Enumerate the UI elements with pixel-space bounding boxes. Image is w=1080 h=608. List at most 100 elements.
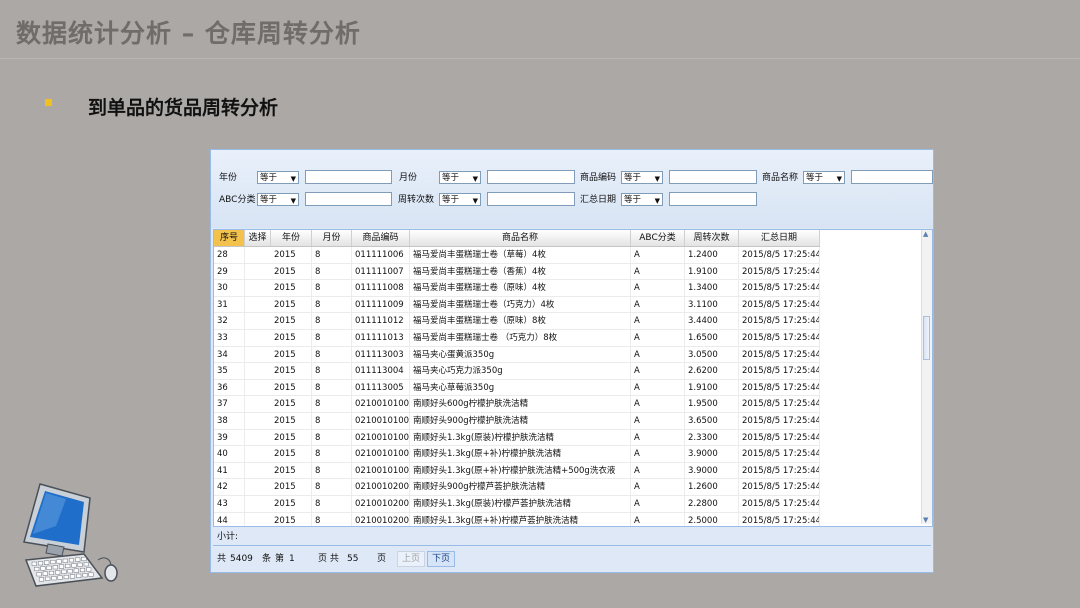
row-code-cell: 02100102003: [352, 512, 410, 526]
row-turnover-cell: 1.2400: [685, 247, 739, 263]
table-row[interactable]: 29 2015 8 011111007 福马爱尚丰蛋糕瑞士卷（香蕉）4枚 A 1.9100 2…: [214, 263, 820, 281]
row-turnover-cell: 3.9000: [685, 462, 739, 479]
code-filter-input[interactable]: [669, 170, 757, 184]
row-code-cell: 011113004: [352, 363, 410, 380]
name-filter-label: 商品名称: [762, 173, 799, 183]
abc-filter-input[interactable]: [305, 192, 392, 206]
column-header-code[interactable]: 商品编码: [352, 230, 410, 246]
row-turnover-cell: 1.9500: [685, 396, 739, 413]
row-name-cell: 福马爱尚丰蛋糕瑞士卷（原味）8枚: [410, 313, 631, 330]
row-index-cell: 36: [214, 379, 245, 396]
row-year-cell: 2015: [271, 479, 312, 496]
keyboard-key: [67, 569, 73, 574]
keyboard-key: [38, 577, 45, 582]
row-index-cell: 42: [214, 479, 245, 496]
year-operator-select[interactable]: 等于 ▼: [257, 171, 299, 184]
abc-operator-select[interactable]: 等于 ▼: [257, 193, 299, 206]
name-operator-select[interactable]: 等于 ▼: [803, 171, 845, 184]
column-header-month[interactable]: 月份: [312, 230, 352, 246]
table-row[interactable]: 33 2015 8 011111013 福马爱尚丰蛋糕瑞士卷 （巧克力）8枚 A 1.650…: [214, 330, 820, 347]
scroll-up-icon[interactable]: ▲: [923, 230, 928, 238]
vertical-scrollbar[interactable]: ▲ ▼: [921, 230, 932, 524]
row-code-cell: 011111012: [352, 313, 410, 330]
row-month-cell: 8: [312, 330, 352, 346]
column-header-index[interactable]: 序号: [214, 230, 245, 246]
column-header-date[interactable]: 汇总日期: [739, 230, 820, 246]
row-turnover-cell: 3.1100: [685, 296, 739, 313]
column-header-turnover[interactable]: 周转次数: [685, 230, 739, 246]
date-operator-select[interactable]: 等于 ▼: [621, 193, 663, 206]
next-page-button[interactable]: 下页: [427, 551, 456, 567]
table-row[interactable]: 42 2015 8 02100102001 南顺好头900g柠檬芦荟护肤洗洁精 A 1.26…: [214, 479, 820, 496]
year-operator-value: 等于: [260, 173, 278, 183]
table-row[interactable]: 36 2015 8 011113005 福马夹心草莓派350g A 1.9100 2015/8…: [214, 379, 820, 397]
column-header-abc[interactable]: ABC分类: [631, 230, 685, 246]
keyboard-key: [55, 570, 61, 575]
table-row[interactable]: 40 2015 8 02100101004 南顺好头1.3kg(原+补)柠檬护肤洗洁精 A…: [214, 446, 820, 463]
row-month-cell: 8: [312, 379, 352, 396]
table-row[interactable]: 41 2015 8 02100101005 南顺好头1.3kg(原+补)柠檬护肤洗洁精+…: [214, 462, 820, 480]
row-year-cell: 2015: [271, 429, 312, 446]
keyboard-key: [51, 576, 57, 581]
row-abc-cell: A: [631, 379, 685, 396]
table-row[interactable]: 34 2015 8 011113003 福马夹心蛋黄派350g A 3.0500 2015/8…: [214, 346, 820, 364]
table-row[interactable]: 37 2015 8 02100101001 南顺好头600g柠檬护肤洗洁精 A 1.9500…: [214, 396, 820, 413]
date-filter-input[interactable]: [669, 192, 757, 206]
grid-header: 序号 选择 年份 月份 商品编码 商品名称 ABC分类 周转次数 汇总日期: [214, 230, 820, 247]
month-operator-select[interactable]: 等于 ▼: [439, 171, 481, 184]
row-month-cell: 8: [312, 363, 352, 380]
keyboard-key: [63, 574, 69, 580]
row-name-cell: 福马夹心草莓派350g: [410, 379, 631, 396]
scroll-thumb[interactable]: [923, 316, 930, 360]
code-operator-value: 等于: [624, 173, 642, 183]
table-row[interactable]: 30 2015 8 011111008 福马爱尚丰蛋糕瑞士卷（原味）4枚 A 1.3400 2…: [214, 280, 820, 297]
row-name-cell: 福马爱尚丰蛋糕瑞士卷（草莓）4枚: [410, 247, 631, 263]
row-index-cell: 31: [214, 296, 245, 313]
row-index-cell: 38: [214, 413, 245, 429]
code-operator-select[interactable]: 等于 ▼: [621, 171, 663, 184]
row-year-cell: 2015: [271, 280, 312, 297]
row-year-cell: 2015: [271, 446, 312, 463]
row-month-cell: 8: [312, 429, 352, 446]
keyboard-key: [88, 572, 94, 577]
row-code-cell: 011111007: [352, 263, 410, 280]
prev-page-button[interactable]: 上页: [397, 551, 426, 567]
keyboard-key: [79, 567, 86, 573]
row-code-cell: 02100101002: [352, 413, 410, 429]
month-filter-input[interactable]: [487, 170, 575, 184]
row-name-cell: 南顺好头1.3kg(原装)柠檬芦荟护肤洗洁精: [410, 496, 631, 512]
column-header-name[interactable]: 商品名称: [410, 230, 631, 246]
row-code-cell: 02100102002: [352, 496, 410, 512]
row-name-cell: 福马夹心巧克力派350g: [410, 363, 631, 380]
row-abc-cell: A: [631, 247, 685, 263]
table-row[interactable]: 38 2015 8 02100101002 南顺好头900g柠檬护肤洗洁精 A 3.6500…: [214, 413, 820, 430]
row-date-cell: 2015/8/5 17:25:44: [739, 363, 820, 380]
turnover-operator-select[interactable]: 等于 ▼: [439, 193, 481, 206]
scroll-down-icon[interactable]: ▼: [923, 516, 928, 524]
name-filter-input[interactable]: [851, 170, 933, 184]
year-filter-input[interactable]: [305, 170, 392, 184]
row-year-cell: 2015: [271, 379, 312, 396]
table-row[interactable]: 35 2015 8 011113004 福马夹心巧克力派350g A 2.6200 2015/…: [214, 363, 820, 380]
keyboard-key: [37, 561, 44, 566]
table-row[interactable]: 44 2015 8 02100102003 南顺好头1.3kg(原+补)柠檬芦荟护肤洗洁…: [214, 512, 820, 526]
column-header-select[interactable]: 选择: [245, 230, 271, 246]
table-row[interactable]: 31 2015 8 011111009 福马爱尚丰蛋糕瑞士卷（巧克力）4枚 A 3.1100…: [214, 296, 820, 314]
table-row[interactable]: 28 2015 8 011111006 福马爱尚丰蛋糕瑞士卷（草莓）4枚 A 1.2400 2…: [214, 247, 820, 264]
row-month-cell: 8: [312, 446, 352, 463]
keyboard-key: [73, 568, 79, 573]
row-turnover-cell: 2.6200: [685, 363, 739, 380]
keyboard-key: [34, 566, 40, 572]
table-row[interactable]: 32 2015 8 011111012 福马爱尚丰蛋糕瑞士卷（原味）8枚 A 3.4400 2…: [214, 313, 820, 330]
table-row[interactable]: 39 2015 8 02100101003 南顺好头1.3kg(原装)柠檬护肤洗洁精 A 2…: [214, 429, 820, 447]
row-turnover-cell: 1.2600: [685, 479, 739, 496]
table-row[interactable]: 43 2015 8 02100102002 南顺好头1.3kg(原装)柠檬芦荟护肤洗洁精…: [214, 496, 820, 513]
row-date-cell: 2015/8/5 17:25:44: [739, 512, 820, 526]
keyboard-key: [86, 567, 92, 572]
row-month-cell: 8: [312, 346, 352, 363]
row-index-cell: 32: [214, 313, 245, 330]
row-name-cell: 南顺好头1.3kg(原装)柠檬护肤洗洁精: [410, 429, 631, 446]
turnover-filter-input[interactable]: [487, 192, 575, 206]
row-date-cell: 2015/8/5 17:25:44: [739, 413, 820, 429]
column-header-year[interactable]: 年份: [271, 230, 312, 246]
